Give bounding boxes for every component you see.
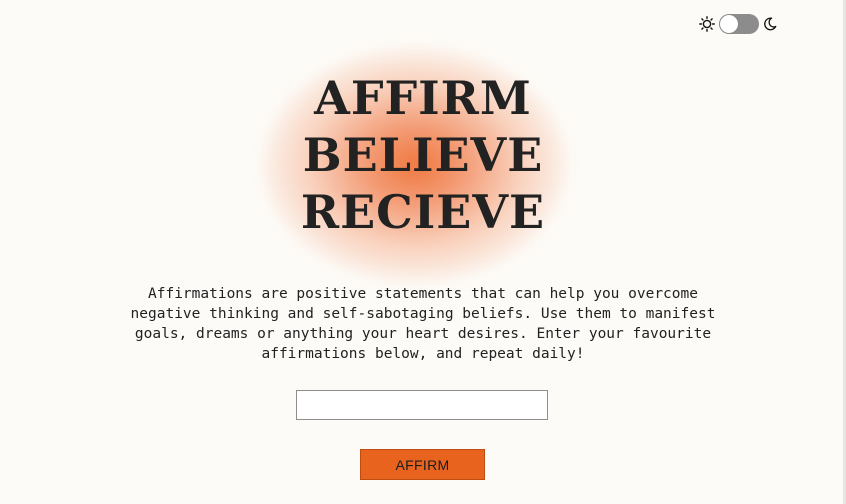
moon-icon — [764, 17, 777, 31]
affirmation-input[interactable] — [296, 390, 548, 420]
intro-text: Affirmations are positive statements tha… — [130, 286, 716, 362]
hero-line-recieve: RECIEVE — [300, 185, 546, 239]
theme-switch[interactable] — [719, 14, 759, 34]
sun-icon — [699, 16, 715, 32]
hero-title: AFFIRM BELIEVE RECIEVE — [0, 70, 846, 241]
hero-line-believe: BELIEVE — [302, 128, 544, 182]
affirm-button[interactable]: AFFIRM — [360, 449, 485, 480]
switch-knob — [720, 15, 738, 33]
theme-toggle — [699, 13, 777, 35]
hero-line-affirm: AFFIRM — [314, 71, 532, 125]
